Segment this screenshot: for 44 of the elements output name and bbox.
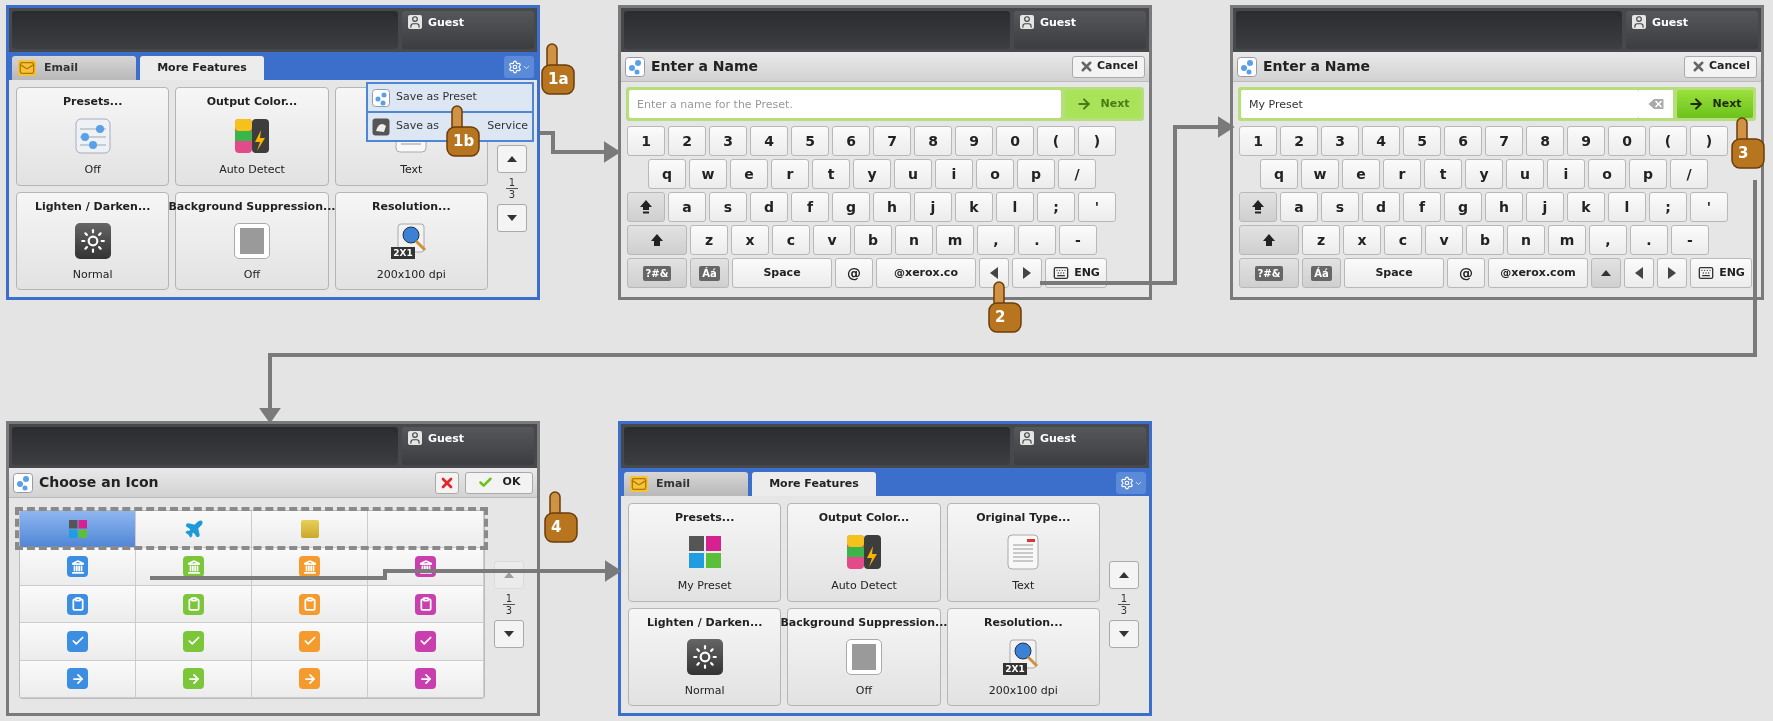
tile-value: Normal (684, 682, 725, 699)
tile-value: Off (84, 162, 101, 178)
tile-value: Normal (72, 266, 113, 283)
tile-value: Off (855, 682, 873, 699)
tile-value: Text (400, 162, 423, 178)
screen-title: Enter a Name (651, 57, 760, 76)
tile-title: Resolution... (372, 198, 451, 215)
tile-title: Background Suppression... (168, 198, 336, 215)
step-number: 1a (548, 72, 569, 87)
user-name: Guest (1040, 431, 1077, 447)
screen-title: Choose an Icon (39, 473, 160, 492)
user-name: Guest (428, 15, 465, 31)
page-total: 3 (508, 189, 516, 200)
tile-title: Presets... (63, 94, 123, 110)
tile-value: 200x100 dpi (376, 266, 446, 283)
menu-item-label-end: Service (487, 118, 528, 135)
tile-value: Text (1012, 578, 1035, 594)
menu-item-label: Save as (396, 118, 439, 135)
tile-title: Original Type... (976, 510, 1071, 526)
tile-value: Off (243, 266, 261, 283)
tile-value: My Preset (677, 578, 732, 594)
tile-value: Auto Detect (219, 162, 285, 178)
tile-title: Output Color... (818, 510, 910, 526)
tile-title: Output Color... (206, 94, 298, 110)
user-name: Guest (1040, 15, 1077, 31)
page-number: 1 (1117, 593, 1131, 605)
step-number: 4 (551, 520, 562, 535)
page-number: 1 (502, 593, 516, 605)
tile-title: Lighten / Darken... (646, 614, 763, 631)
menu-item-label: Save as Preset (396, 89, 477, 106)
tile-title: Presets... (675, 510, 735, 526)
page-total: 3 (505, 605, 513, 616)
tile-title: Resolution... (984, 614, 1063, 631)
tile-title: Background Suppression... (780, 614, 948, 631)
page-total: 3 (1120, 605, 1128, 616)
user-name: Guest (1652, 15, 1689, 31)
tile-value: Auto Detect (831, 578, 897, 594)
user-name: Guest (428, 431, 465, 447)
step-number: 2 (995, 310, 1006, 325)
screen-title: Enter a Name (1263, 57, 1372, 76)
tile-title: Lighten / Darken... (34, 198, 151, 215)
tile-value: 200x100 dpi (988, 682, 1058, 699)
step-number: 3 (1738, 146, 1749, 161)
page-number: 1 (505, 177, 519, 189)
